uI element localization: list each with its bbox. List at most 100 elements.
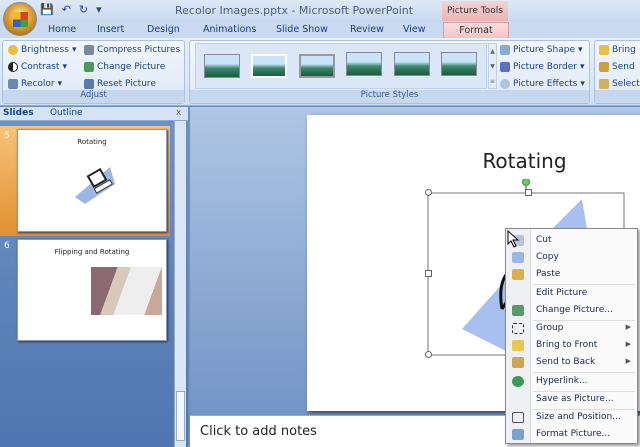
contrast-icon xyxy=(8,62,18,72)
tab-home[interactable]: Home xyxy=(48,24,76,35)
close-pane-icon[interactable]: x xyxy=(176,108,181,118)
slide-thumbnail-6[interactable]: Flipping and Rotating xyxy=(17,239,167,341)
picture-styles-group-label: Picture Styles xyxy=(190,90,589,103)
size-position-icon xyxy=(512,412,524,423)
change-picture-button[interactable]: Change Picture xyxy=(84,62,165,72)
tab-slide-show[interactable]: Slide Show xyxy=(276,24,328,35)
menu-item-send-to-back[interactable]: Send to Back ▶ xyxy=(506,354,637,371)
computer-clipart-icon xyxy=(75,167,115,204)
tab-review[interactable]: Review xyxy=(350,24,384,35)
contrast-button[interactable]: Contrast ▾ xyxy=(8,62,67,72)
adjust-group-label: Adjust xyxy=(3,90,184,103)
office-button[interactable] xyxy=(3,2,37,36)
resize-handle[interactable] xyxy=(425,189,432,196)
resize-handle[interactable] xyxy=(425,351,432,358)
tab-animations[interactable]: Animations xyxy=(203,24,256,35)
arrange-group-label xyxy=(595,90,640,103)
mouse-cursor-icon xyxy=(507,230,520,248)
slides-pane: Slides Outline x 5 Rotating 6 Flipping a… xyxy=(0,107,188,447)
style-thumbnail[interactable] xyxy=(441,52,477,76)
pane-scrollbar[interactable] xyxy=(174,121,186,447)
style-thumbnail[interactable] xyxy=(251,54,287,78)
bring-front-icon xyxy=(512,340,524,351)
tab-slides[interactable]: Slides xyxy=(3,108,34,118)
menu-item-edit-picture[interactable]: Edit Picture xyxy=(506,285,637,302)
bring-front-icon xyxy=(599,45,609,55)
undo-icon[interactable]: ↶ xyxy=(62,3,71,16)
reset-picture-button[interactable]: Reset Picture xyxy=(84,79,156,89)
copy-icon xyxy=(512,252,524,263)
change-picture-icon xyxy=(512,305,524,316)
menu-item-paste[interactable]: Paste xyxy=(506,266,637,283)
resize-handle[interactable] xyxy=(425,270,432,277)
paste-icon xyxy=(512,269,524,280)
arrange-group: Bring Send Select xyxy=(594,40,640,104)
slide-thumbnail-5[interactable]: Rotating xyxy=(17,129,167,232)
shape-icon xyxy=(500,45,510,55)
slide-number: 6 xyxy=(4,241,10,251)
office-logo-icon xyxy=(13,12,28,27)
menu-item-copy[interactable]: Copy xyxy=(506,249,637,266)
tab-format[interactable]: Format xyxy=(443,22,509,39)
style-thumbnail[interactable] xyxy=(346,52,382,76)
redo-icon[interactable]: ↻ xyxy=(79,3,88,16)
ribbon-tabs: Home Insert Design Animations Slide Show… xyxy=(0,22,640,39)
picture-border-button[interactable]: Picture Border ▾ xyxy=(500,62,585,72)
menu-item-bring-to-front[interactable]: Bring to Front ▶ xyxy=(506,337,637,354)
menu-item-cut[interactable]: Cut xyxy=(506,232,637,249)
resize-handle[interactable] xyxy=(525,189,532,196)
recolor-button[interactable]: Recolor ▾ xyxy=(8,79,62,89)
picture-styles-gallery xyxy=(195,43,487,89)
gallery-scroll[interactable]: ▲ ▼ ≡ xyxy=(488,43,497,89)
format-picture-icon xyxy=(512,429,524,440)
quick-access-toolbar: 💾 ↶ ↻ ▾ xyxy=(40,3,102,16)
picture-effects-button[interactable]: Picture Effects ▾ xyxy=(500,79,585,89)
change-picture-icon xyxy=(84,62,94,72)
hyperlink-icon xyxy=(512,376,524,387)
menu-item-format-picture[interactable]: Format Picture... xyxy=(506,426,637,443)
menu-item-group[interactable]: Group ▶ xyxy=(506,320,637,337)
send-to-back-button[interactable]: Send xyxy=(599,62,635,72)
selection-pane-button[interactable]: Select xyxy=(599,79,640,89)
tab-outline[interactable]: Outline xyxy=(50,108,83,118)
style-thumbnail[interactable] xyxy=(204,54,240,78)
picture-styles-group: ▲ ▼ ≡ Picture Shape ▾ Picture Border ▾ Pic… xyxy=(189,40,590,104)
menu-item-hyperlink[interactable]: Hyperlink... xyxy=(506,373,637,390)
ribbon: Brightness ▾ Compress Pictures Contrast … xyxy=(0,38,640,106)
recolor-icon xyxy=(8,79,18,89)
title-bar: 💾 ↶ ↻ ▾ Recolor Images.pptx - Microsoft … xyxy=(0,0,640,22)
style-thumbnail[interactable] xyxy=(394,52,430,76)
pane-tabs: Slides Outline x xyxy=(0,107,188,121)
picture-shape-button[interactable]: Picture Shape ▾ xyxy=(500,45,583,55)
window-title: Recolor Images.pptx - Microsoft PowerPoi… xyxy=(175,4,414,17)
scrollbar-thumb[interactable] xyxy=(176,391,185,441)
menu-item-size-and-position[interactable]: Size and Position... xyxy=(506,409,637,426)
tab-design[interactable]: Design xyxy=(147,24,180,35)
thumb-title: Flipping and Rotating xyxy=(54,248,130,256)
compress-pictures-button[interactable]: Compress Pictures xyxy=(84,45,180,55)
send-back-icon xyxy=(599,62,609,72)
tab-view[interactable]: View xyxy=(403,24,426,35)
tab-insert[interactable]: Insert xyxy=(97,24,124,35)
adjust-group: Brightness ▾ Compress Pictures Contrast … xyxy=(2,40,185,104)
menu-item-save-as-picture[interactable]: Save as Picture... xyxy=(506,391,637,408)
style-thumbnail[interactable] xyxy=(299,54,335,78)
submenu-arrow-icon[interactable]: ▶ xyxy=(626,357,631,365)
border-icon xyxy=(500,62,510,72)
send-back-icon xyxy=(512,357,524,368)
context-menu: Cut Copy Paste Edit Picture Change Pictu… xyxy=(505,228,638,444)
picture-tools-label: Picture Tools xyxy=(442,1,508,21)
brightness-button[interactable]: Brightness ▾ xyxy=(8,45,76,55)
effects-icon xyxy=(500,79,510,89)
bring-to-front-button[interactable]: Bring xyxy=(599,45,636,55)
reset-picture-icon xyxy=(84,79,94,89)
customize-qat-icon[interactable]: ▾ xyxy=(96,3,102,16)
thumb-title: Rotating xyxy=(77,138,107,146)
menu-item-change-picture[interactable]: Change Picture... xyxy=(506,302,637,319)
compress-icon xyxy=(84,45,94,55)
submenu-arrow-icon[interactable]: ▶ xyxy=(626,340,631,348)
slide-title[interactable]: Rotating xyxy=(307,149,640,173)
save-icon[interactable]: 💾 xyxy=(40,3,54,16)
select-icon xyxy=(599,79,609,89)
group-icon xyxy=(512,323,524,334)
